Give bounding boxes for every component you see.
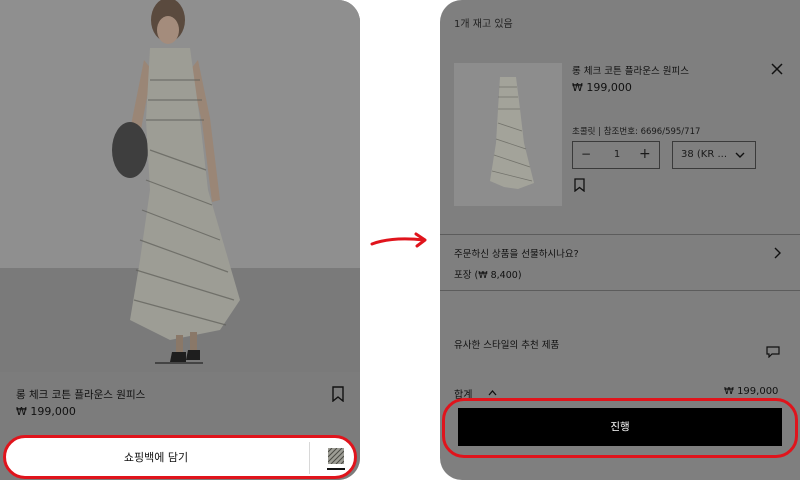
model-illustration [0,0,360,372]
total-amount: ₩ 199,000 [724,386,779,397]
chevron-up-icon[interactable] [488,389,497,396]
swatch-selected-indicator [327,468,345,470]
add-to-bag-button[interactable]: 쇼핑백에 담기 [6,449,306,465]
product-name: 롱 체크 코튼 플라운스 원피스 [572,66,689,77]
shopping-bag-screen: 1개 재고 있음 롱 체크 코튼 플라운스 원피스 ₩ 199,000 초콜릿 … [440,0,800,480]
gift-wrap-price: 포장 (₩ 8,400) [454,270,522,281]
add-to-bag-highlight: 쇼핑백에 담기 [3,435,357,479]
product-name: 롱 체크 코튼 플라운스 원피스 [16,389,146,401]
product-price: ₩ 199,000 [16,405,76,418]
recommendations-heading: 유사한 스타일의 추천 제품 [454,340,560,351]
quantity-stepper: − 1 + [572,141,660,169]
stock-status: 1개 재고 있음 [454,19,513,30]
gift-question[interactable]: 주문하신 상품을 선물하시나요? [454,246,579,260]
chevron-down-icon [735,152,745,158]
chat-icon[interactable] [766,346,780,358]
product-photo[interactable] [0,0,360,372]
fabric-swatch[interactable] [328,448,344,464]
divider [440,290,800,291]
product-thumbnail[interactable] [454,63,562,206]
size-select[interactable]: 38 (KR ... [672,141,756,169]
plus-icon[interactable]: + [639,146,651,162]
divider [309,442,310,474]
product-price: ₩ 199,000 [572,81,632,94]
size-value: 38 (KR ... [681,149,728,160]
chevron-right-icon[interactable] [773,247,781,259]
carousel-indicator [155,362,203,364]
product-detail-screen: 롱 체크 코튼 플라운스 원피스 ₩ 199,000 쇼핑백에 담기 [0,0,360,480]
dress-thumbnail-illustration [454,63,562,206]
bookmark-icon[interactable] [331,386,345,402]
bookmark-icon[interactable] [574,178,585,192]
close-icon[interactable] [770,62,784,76]
divider [440,234,800,235]
proceed-button[interactable]: 진행 [458,408,782,446]
proceed-label: 진행 [610,421,630,433]
color-reference: 초콜릿 | 참조번호: 6696/595/717 [572,127,701,137]
arrow-icon [370,232,427,248]
